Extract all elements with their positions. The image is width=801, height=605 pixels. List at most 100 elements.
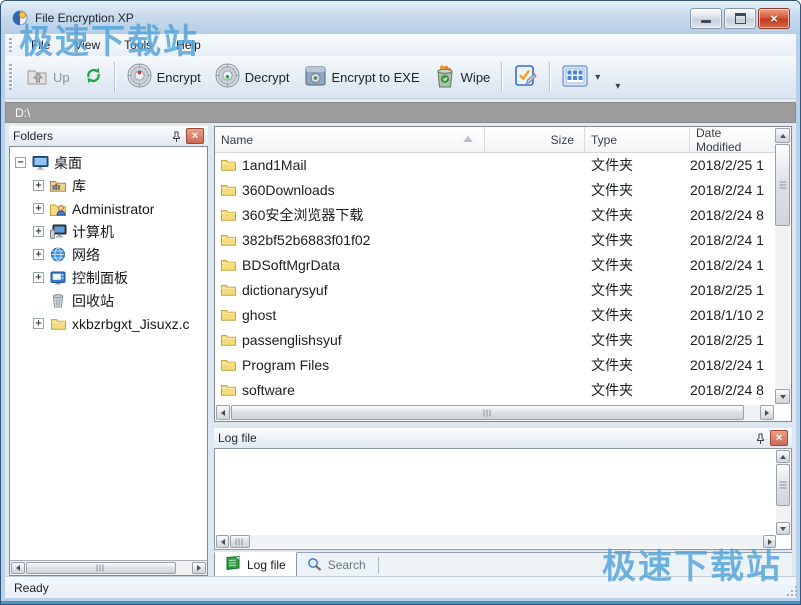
menu-view[interactable]: View	[62, 35, 112, 55]
file-row[interactable]: 382bf52b6883f01f02 文件夹 2018/2/24 1	[215, 227, 775, 252]
scrollbar-thumb[interactable]	[776, 464, 790, 506]
scrollbar-thumb[interactable]	[775, 144, 790, 226]
options-button[interactable]	[507, 61, 545, 94]
tab-separator	[378, 557, 379, 573]
scrollbar-thumb[interactable]	[231, 405, 744, 420]
tree-item[interactable]: + 网络	[10, 243, 207, 266]
folders-panel-header: Folders ×	[9, 126, 208, 146]
file-row[interactable]: passenglishsyuf 文件夹 2018/2/25 1	[215, 327, 775, 352]
folders-tree: − 桌面 + 库 + Administrator + 计算机 + 网络 + 控制…	[9, 146, 208, 560]
title-bar[interactable]: File Encryption XP ×	[1, 1, 800, 34]
file-row[interactable]: Program Files 文件夹 2018/2/24 1	[215, 352, 775, 377]
app-icon	[12, 10, 29, 26]
log-panel-close-button[interactable]: ×	[770, 430, 788, 446]
menubar-grip-handle[interactable]	[9, 38, 13, 52]
close-icon: ×	[770, 12, 778, 25]
tree-item[interactable]: + 控制面板	[10, 266, 207, 289]
column-header-name[interactable]: Name	[215, 127, 485, 152]
up-button[interactable]: Up	[19, 63, 77, 92]
tree-item[interactable]: + Administrator	[10, 197, 207, 220]
tree-item[interactable]: + 计算机	[10, 220, 207, 243]
file-list-horizontal-scrollbar[interactable]	[216, 405, 774, 420]
pin-icon[interactable]	[172, 131, 181, 142]
decrypt-button[interactable]: Decrypt	[208, 60, 297, 94]
tree-toggle-icon[interactable]: +	[33, 272, 44, 283]
folder-icon	[49, 317, 67, 330]
tree-item[interactable]: + xkbzrbgxt_Jisuxz.c	[10, 312, 207, 335]
tree-toggle-icon[interactable]: +	[33, 226, 44, 237]
file-name: passenglishsyuf	[242, 332, 342, 348]
file-type: 文件夹	[585, 205, 690, 225]
log-horizontal-scrollbar[interactable]	[216, 535, 776, 548]
scroll-down-button[interactable]	[776, 522, 790, 535]
log-content	[216, 450, 775, 535]
column-header-date[interactable]: Date Modified	[690, 127, 775, 152]
refresh-button[interactable]	[77, 63, 110, 91]
tree-toggle-icon[interactable]: −	[15, 157, 26, 168]
scrollbar-thumb[interactable]	[26, 562, 176, 574]
file-row[interactable]: BDSoftMgrData 文件夹 2018/2/24 1	[215, 252, 775, 277]
column-header-type[interactable]: Type	[585, 127, 690, 152]
toolbar-grip-handle[interactable]	[9, 64, 13, 90]
file-row[interactable]: dictionarysyuf 文件夹 2018/2/25 1	[215, 277, 775, 302]
column-header-size[interactable]: Size	[485, 127, 585, 152]
folder-icon	[221, 283, 236, 296]
views-button[interactable]: ▾	[555, 62, 607, 93]
encrypt-to-exe-button[interactable]: Encrypt to EXE	[297, 62, 427, 93]
tree-toggle-icon[interactable]: +	[33, 180, 44, 191]
folders-panel-close-button[interactable]: ×	[186, 128, 204, 144]
log-panel-title: Log file	[218, 431, 756, 445]
tab-search[interactable]: Search	[297, 553, 376, 577]
menu-file[interactable]: File	[19, 35, 62, 55]
log-tab-icon	[225, 556, 241, 573]
file-row[interactable]: 1and1Mail 文件夹 2018/2/25 1	[215, 152, 775, 177]
scroll-left-button[interactable]	[11, 562, 25, 574]
close-button[interactable]: ×	[758, 8, 790, 29]
tree-item-label: 网络	[72, 245, 100, 265]
resize-grip-handle[interactable]	[787, 584, 798, 602]
file-row[interactable]: ghost 文件夹 2018/1/10 2	[215, 302, 775, 327]
scroll-right-button[interactable]	[763, 535, 776, 548]
tree-item[interactable]: − 桌面	[10, 151, 207, 174]
tree-toggle-icon[interactable]: +	[33, 318, 44, 329]
scroll-up-button[interactable]	[775, 128, 790, 143]
folders-horizontal-scrollbar[interactable]	[9, 560, 208, 576]
file-list-vertical-scrollbar[interactable]	[775, 128, 790, 404]
encrypt-button[interactable]: Encrypt	[120, 60, 208, 94]
tree-toggle-icon[interactable]: +	[33, 249, 44, 260]
scroll-up-button[interactable]	[776, 450, 790, 463]
file-type: 文件夹	[585, 280, 690, 300]
menu-help[interactable]: Help	[164, 35, 213, 55]
control-panel-icon	[49, 271, 67, 285]
tree-item[interactable]: 回收站	[10, 289, 207, 312]
file-date: 2018/2/24 8	[690, 207, 775, 223]
log-output[interactable]	[214, 448, 792, 550]
toolbar-separator	[501, 62, 503, 92]
toolbar-separator	[549, 62, 551, 92]
tree-item[interactable]: + 库	[10, 174, 207, 197]
file-type: 文件夹	[585, 255, 690, 275]
toolbar-overflow-chevron-icon[interactable]: ▾	[615, 81, 620, 92]
log-vertical-scrollbar[interactable]	[776, 450, 790, 535]
file-date: 2018/2/25 1	[690, 332, 775, 348]
address-bar[interactable]: D:\	[5, 102, 796, 123]
wipe-button[interactable]: Wipe	[427, 61, 498, 94]
toolbar: Up Encrypt Decrypt Encrypt to EXE Wipe	[5, 56, 796, 99]
scrollbar-thumb[interactable]	[230, 535, 250, 548]
scroll-right-button[interactable]	[192, 562, 206, 574]
scroll-right-button[interactable]	[760, 405, 774, 420]
scroll-left-button[interactable]	[216, 535, 229, 548]
minimize-button[interactable]	[690, 8, 722, 29]
scroll-left-button[interactable]	[216, 405, 230, 420]
pin-icon[interactable]	[756, 433, 765, 444]
file-name: 360安全浏览器下载	[242, 205, 363, 225]
restore-button[interactable]	[724, 8, 756, 29]
menu-tools[interactable]: Tools	[112, 35, 164, 55]
file-row[interactable]: software 文件夹 2018/2/24 8	[215, 377, 775, 402]
tab-log-file[interactable]: Log file	[214, 552, 297, 577]
tree-toggle-icon[interactable]: +	[33, 203, 44, 214]
scroll-down-button[interactable]	[775, 389, 790, 404]
folder-icon	[221, 258, 236, 271]
file-row[interactable]: 360Downloads 文件夹 2018/2/24 1	[215, 177, 775, 202]
file-row[interactable]: 360安全浏览器下载 文件夹 2018/2/24 8	[215, 202, 775, 227]
